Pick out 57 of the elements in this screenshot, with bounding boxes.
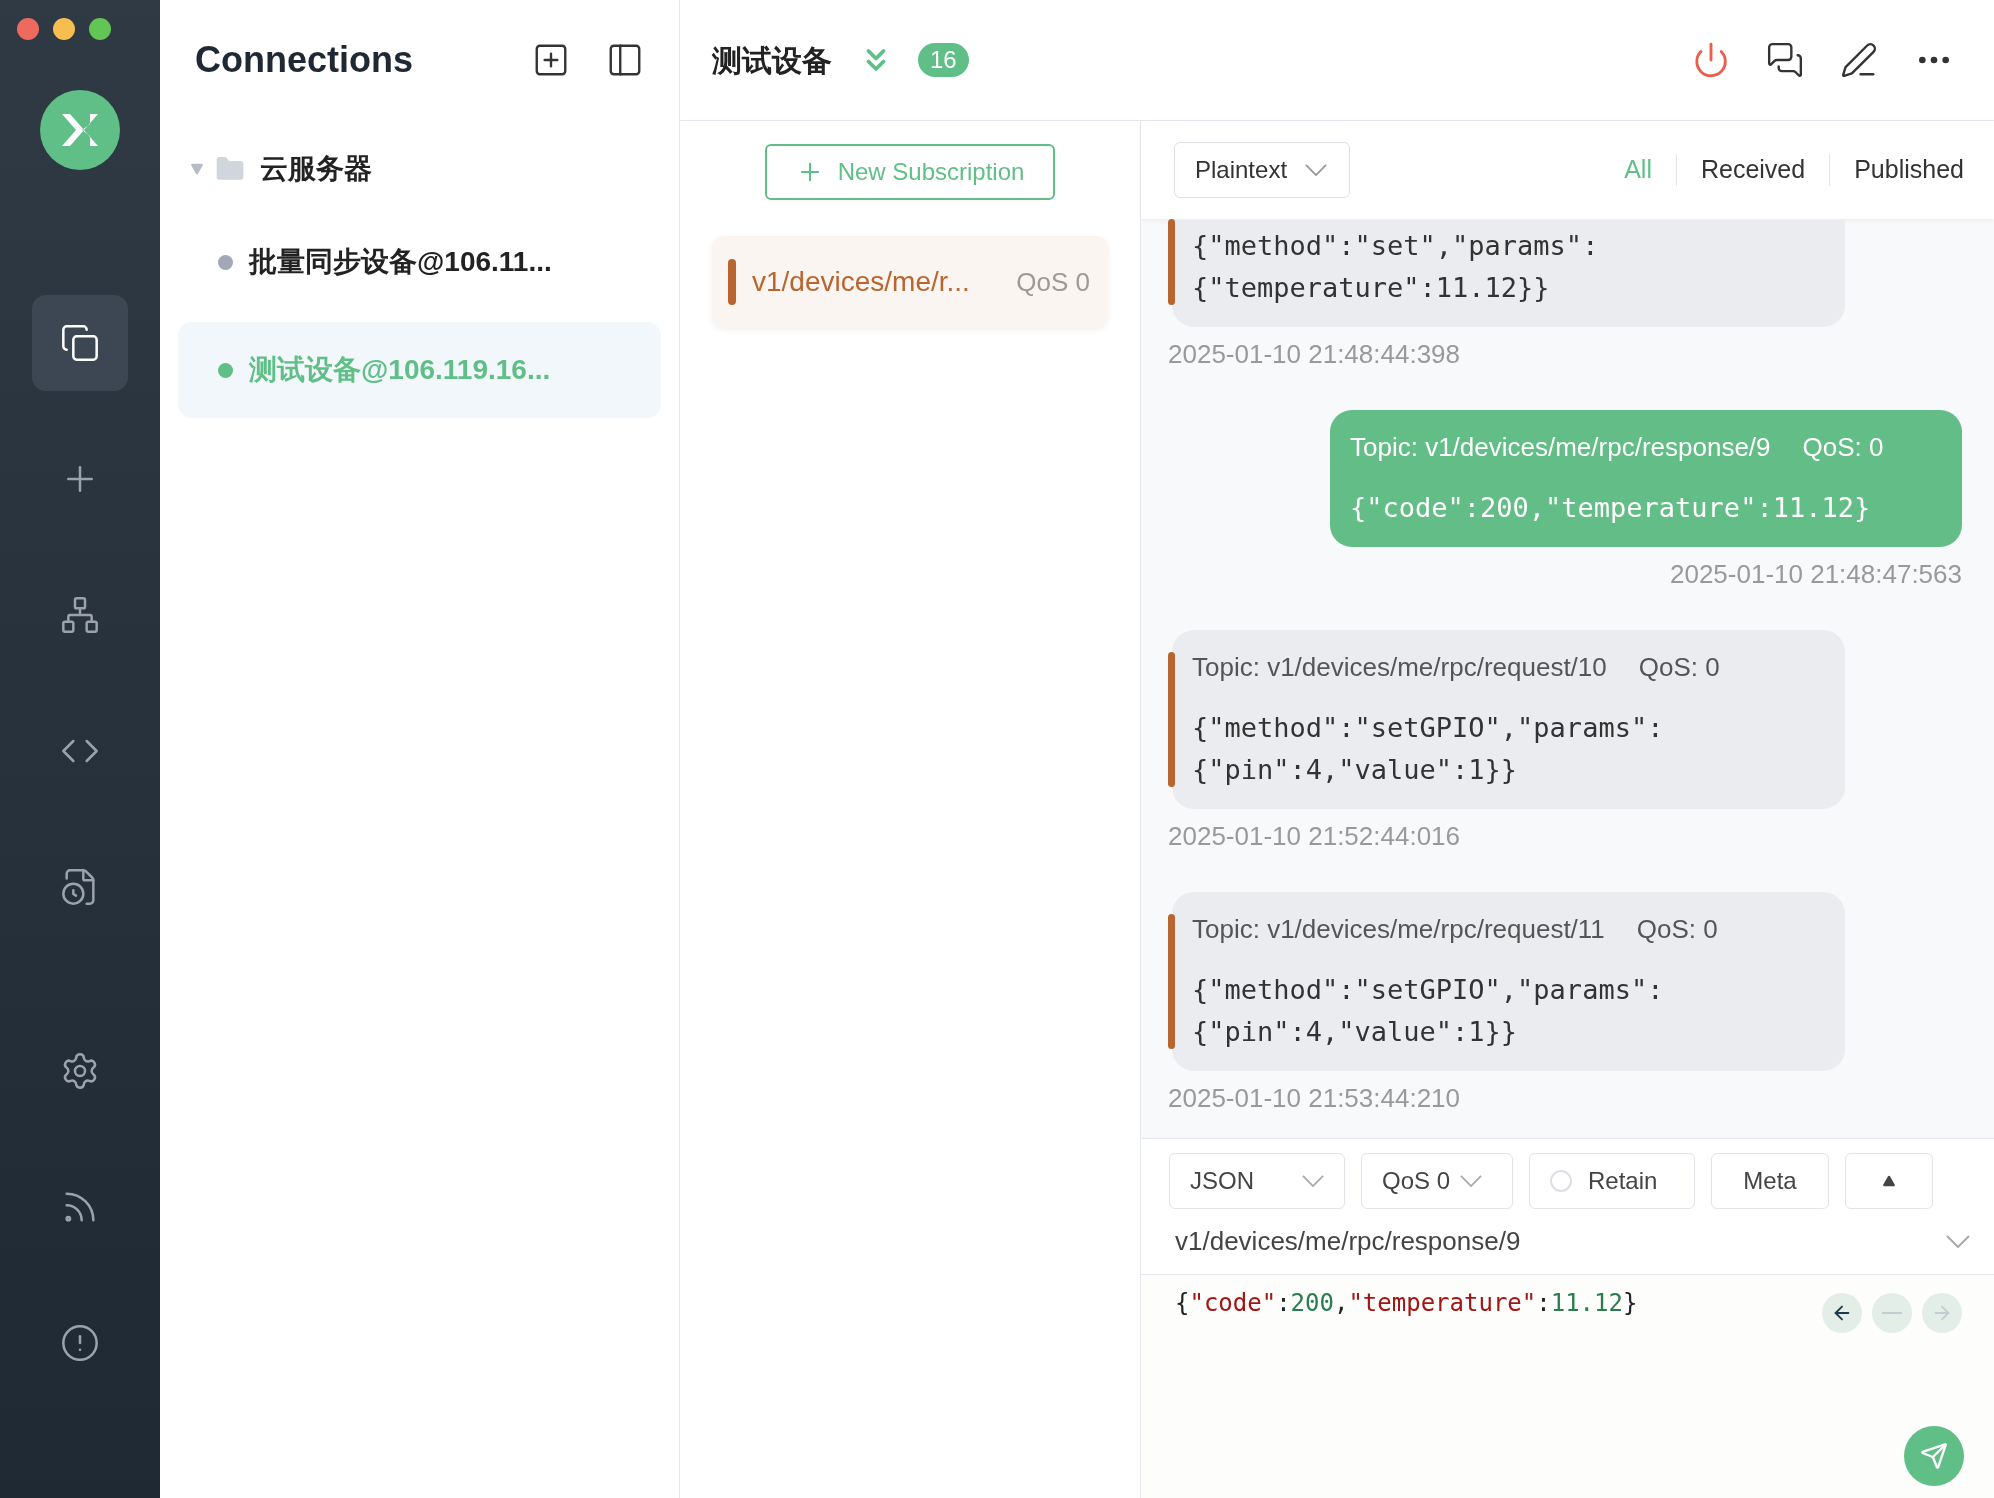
message-topic: Topic: v1/devices/me/rpc/response/9 <box>1350 431 1771 464</box>
message-payload-line: {"method":"set","params": <box>1192 229 1600 263</box>
chevron-icon <box>1302 1175 1324 1187</box>
message-topic: Topic: v1/devices/me/rpc/request/10 <box>1192 651 1607 684</box>
connection-item[interactable]: 批量同步设备@106.11... <box>178 214 661 310</box>
message-payload-line: {"temperature":11.12}} <box>1192 271 1551 305</box>
connections-icon <box>60 323 100 363</box>
minus-icon <box>1882 1312 1902 1314</box>
logo-icon <box>40 90 120 170</box>
message-time: 2025-01-10 21:48:47:563 <box>1669 558 1962 591</box>
payload-code: {"code":200,"temperature":11.12} <box>1175 1288 1638 1319</box>
message-qos: QoS: 0 <box>1638 651 1720 684</box>
nav-button[interactable] <box>32 295 128 391</box>
message-time: 2025-01-10 21:48:44:398 <box>1168 338 1461 371</box>
message-count-badge: 16 <box>918 43 969 77</box>
message-payload-line: {"code":200,"temperature":11.12} <box>1350 491 1872 525</box>
message-time: 2025-01-10 21:52:44:016 <box>1168 820 1461 853</box>
format-dropdown[interactable]: Plaintext <box>1174 142 1350 198</box>
message-time: 2025-01-10 21:53:44:210 <box>1168 1082 1461 1115</box>
back-button[interactable] <box>1822 1293 1862 1333</box>
subscription-qos: QoS 0 <box>1016 265 1090 299</box>
payload-format-dropdown[interactable]: JSON <box>1169 1153 1345 1209</box>
connection-title: 测试设备 <box>712 42 832 79</box>
folder-name: 云服务器 <box>260 152 372 186</box>
topology-icon <box>60 595 100 635</box>
subscription-item[interactable]: v1/devices/me/r... QoS 0 <box>712 236 1108 328</box>
connection-name: 批量同步设备@106.11... <box>249 245 552 279</box>
message-topic: Topic: v1/devices/me/rpc/request/11 <box>1192 913 1605 946</box>
about-icon <box>60 1323 100 1363</box>
chevron-icon <box>1305 164 1328 176</box>
maximize-window-button[interactable] <box>89 18 111 40</box>
chevron-icon <box>1460 1175 1483 1187</box>
panel-title: Connections <box>195 38 413 82</box>
message-payload-line: {"method":"setGPIO","params": <box>1192 711 1665 745</box>
qos-dropdown[interactable]: QoS 0 <box>1361 1153 1513 1209</box>
topic-value: v1/devices/me/rpc/response/9 <box>1175 1225 1521 1258</box>
connection-name: 测试设备@106.119.16... <box>249 353 551 387</box>
message-payload-line: {"pin":4,"value":1}} <box>1192 1015 1519 1049</box>
edit-button[interactable] <box>1840 41 1878 79</box>
meta-button[interactable]: Meta <box>1711 1153 1829 1209</box>
subscription-topic: v1/devices/me/r... <box>752 265 970 299</box>
retain-toggle[interactable]: Retain <box>1529 1153 1695 1209</box>
message-qos: QoS: 0 <box>1636 913 1718 946</box>
caret-icon <box>190 162 204 176</box>
chevron-icon <box>1946 1235 1970 1248</box>
minimize-window-button[interactable] <box>53 18 75 40</box>
send-icon <box>1920 1442 1948 1470</box>
chat-button[interactable] <box>1766 41 1804 79</box>
message-payload-line: {"method":"setGPIO","params": <box>1192 973 1665 1007</box>
filter-tab[interactable]: Published <box>1854 151 1964 189</box>
message-payload-line: {"pin":4,"value":1}} <box>1192 753 1519 787</box>
message-qos: QoS: 0 <box>1802 431 1884 464</box>
power-button[interactable] <box>1692 41 1730 79</box>
folder-row[interactable]: 云服务器 <box>160 136 679 202</box>
close-window-button[interactable] <box>17 18 39 40</box>
filter-tab[interactable]: Received <box>1700 151 1806 189</box>
triangle-icon <box>1882 1174 1896 1188</box>
